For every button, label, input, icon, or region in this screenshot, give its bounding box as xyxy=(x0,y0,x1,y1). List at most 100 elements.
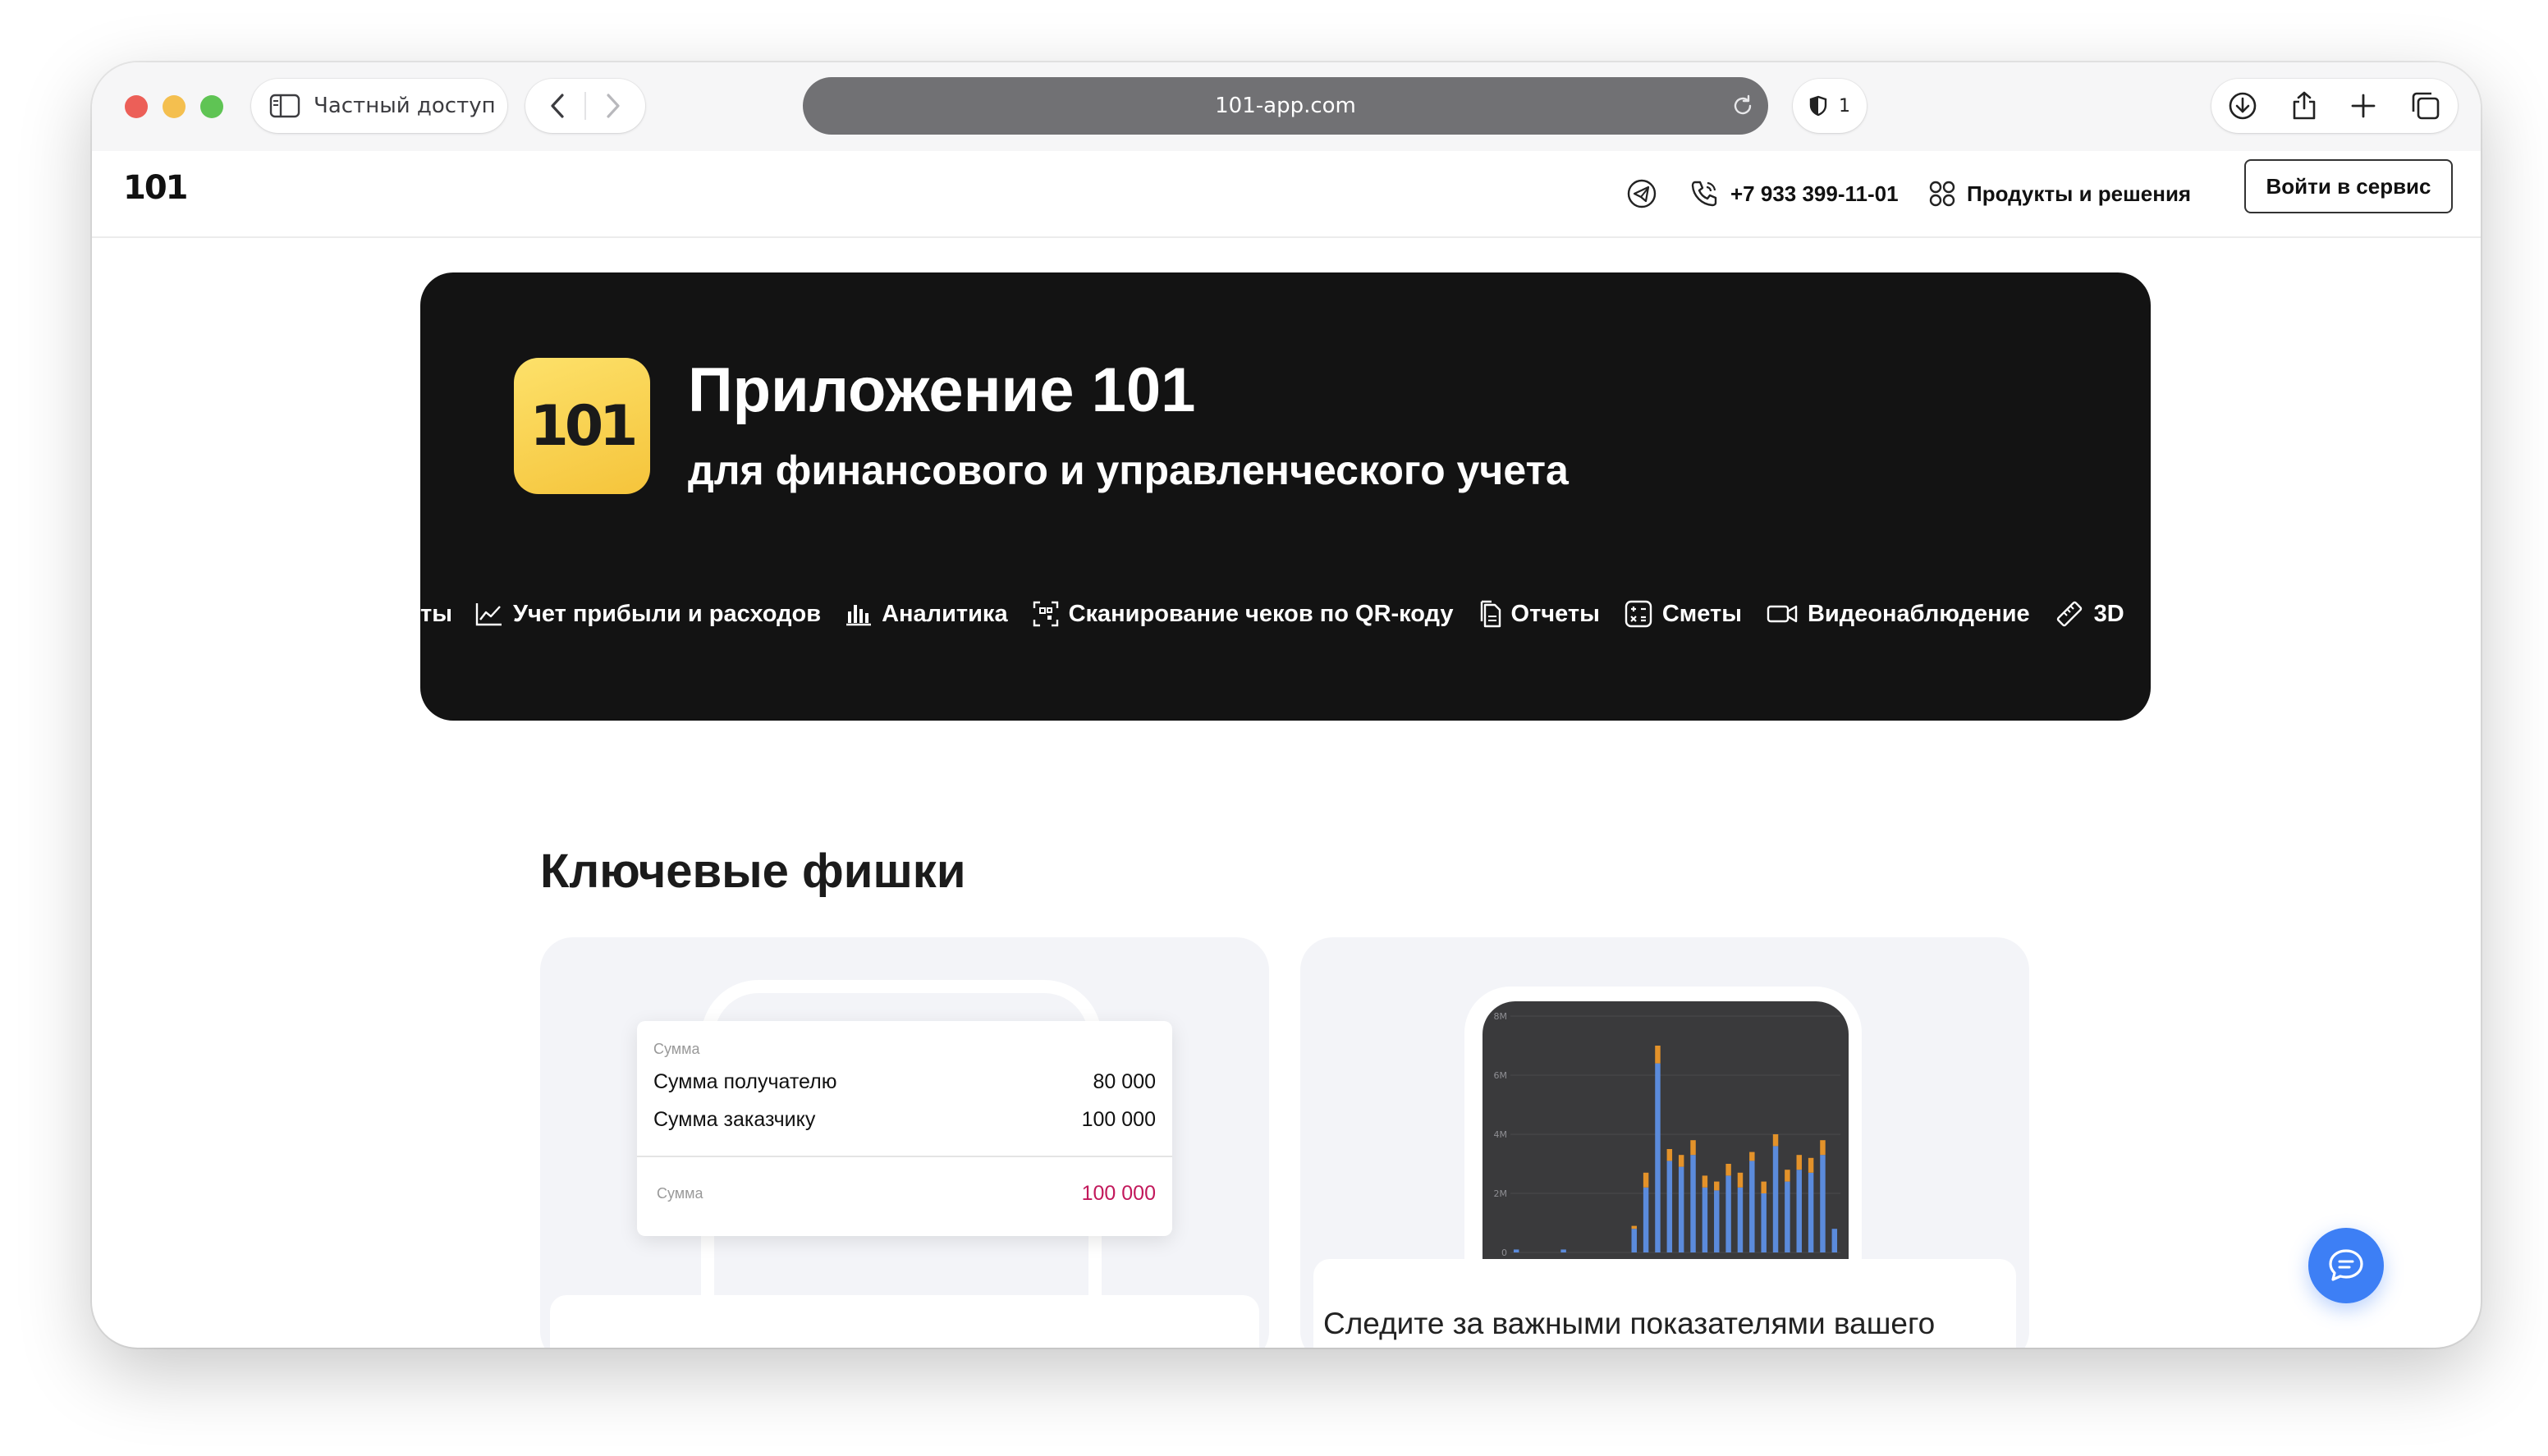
chart-bar xyxy=(1513,1249,1519,1252)
invoice-top-label: Сумма xyxy=(653,1041,700,1057)
phone-icon xyxy=(1691,181,1717,207)
feature-item[interactable]: Отчеты xyxy=(1478,600,1600,628)
chart-bar xyxy=(1737,1172,1744,1188)
line-chart-icon xyxy=(475,603,502,626)
chart-bar xyxy=(1678,1155,1684,1167)
close-window-button[interactable] xyxy=(125,95,148,118)
nav-buttons xyxy=(525,79,645,133)
chart-bar xyxy=(1737,1187,1744,1252)
chart-bar xyxy=(1678,1166,1684,1252)
tabs-overview-icon[interactable] xyxy=(2410,90,2441,121)
chart-bar xyxy=(1808,1172,1814,1252)
private-label: Частный доступ xyxy=(314,94,496,118)
feature-item[interactable]: Сканирование чеков по QR-коду xyxy=(1033,601,1454,628)
chart-bar xyxy=(1666,1149,1673,1161)
document-icon xyxy=(1480,600,1501,628)
chart-bar xyxy=(1655,1063,1661,1252)
section-title: Ключевые фишки xyxy=(540,845,966,898)
chart-bar xyxy=(1725,1175,1731,1252)
chart-bar xyxy=(1631,1229,1637,1252)
browser-toolbar: Частный доступ 101-app.com 1 xyxy=(92,62,2481,151)
chart-bar xyxy=(1631,1225,1637,1229)
hero-title: Приложение 101 xyxy=(688,355,1196,425)
app-icon: 101 xyxy=(514,358,650,494)
chart-bar xyxy=(1820,1140,1826,1156)
chart-bar xyxy=(1772,1134,1779,1147)
phone-link[interactable]: +7 933 399-11-01 xyxy=(1688,174,1899,213)
feature-item[interactable]: ты xyxy=(420,601,452,628)
feature-card-analytics[interactable]: 8M 6M 4M 2M 0 Следите за важными показателям… xyxy=(1300,937,2029,1348)
login-button[interactable]: Войти в сервис xyxy=(2244,159,2453,213)
feature-item[interactable]: 3D xyxy=(2055,599,2124,629)
invoice-total-row: Сумма 100 000 xyxy=(653,1182,1156,1206)
forward-icon[interactable] xyxy=(603,92,624,120)
site-logo[interactable]: 101 xyxy=(123,169,188,207)
feature-label: Отчеты xyxy=(1510,600,1600,627)
invoice-total-value: 100 000 xyxy=(1081,1182,1156,1205)
sidebar-icon xyxy=(269,94,300,118)
app-icon-text: 101 xyxy=(529,393,639,459)
chart-tick-label: 4M xyxy=(1494,1129,1508,1140)
shield-icon xyxy=(1809,95,1827,117)
chart-bar xyxy=(1666,1161,1673,1252)
feature-label: ты xyxy=(420,600,452,627)
chart-bar xyxy=(1690,1140,1696,1156)
back-icon[interactable] xyxy=(547,92,568,120)
toolbar-actions xyxy=(2211,79,2458,133)
feature-label: Сметы xyxy=(1661,600,1742,627)
download-icon[interactable] xyxy=(2228,91,2257,121)
feature-label: Видеонаблюдение xyxy=(1807,600,2030,627)
feature-label: Учет прибыли и расходов xyxy=(512,600,822,627)
grid-icon xyxy=(1929,181,1955,207)
invoice-divider xyxy=(637,1156,1172,1157)
chart-bar xyxy=(1772,1146,1779,1252)
address-bar[interactable]: 101-app.com xyxy=(803,77,1768,135)
telegram-link[interactable] xyxy=(1625,174,1658,213)
invoice-row-value: 80 000 xyxy=(1093,1070,1156,1093)
chart-bar xyxy=(1796,1170,1802,1252)
chart-bar xyxy=(1725,1164,1731,1176)
invoice-row: Сумма получателю 80 000 xyxy=(653,1070,1156,1094)
chart-bar xyxy=(1785,1170,1790,1182)
products-menu[interactable]: Продукты и решения xyxy=(1927,174,2191,213)
feature-item[interactable]: Учет прибыли и расходов xyxy=(475,601,821,628)
card-caption: Следите за важными показателями вашего xyxy=(1323,1307,1936,1340)
products-label: Продукты и решения xyxy=(1967,181,2192,206)
minimize-window-button[interactable] xyxy=(163,95,186,118)
chart-bar xyxy=(1785,1181,1790,1252)
maximize-window-button[interactable] xyxy=(200,95,223,118)
chart-bar xyxy=(1690,1155,1696,1252)
feature-item[interactable]: Сметы xyxy=(1625,600,1742,628)
invoice-card: Сумма Сумма получателю 80 000 Сумма зака… xyxy=(637,1021,1172,1236)
hero-subtitle: для финансового и управленческого учета xyxy=(688,447,1569,493)
url-text: 101-app.com xyxy=(1215,94,1356,118)
chart-bar xyxy=(1749,1161,1755,1252)
telegram-icon xyxy=(1627,179,1657,208)
feature-card-finance[interactable]: Сумма Сумма получателю 80 000 Сумма зака… xyxy=(540,937,1269,1348)
privacy-report-button[interactable]: 1 xyxy=(1793,79,1867,133)
chart-bar xyxy=(1714,1181,1720,1191)
chart-bar xyxy=(1702,1187,1708,1252)
feature-label: 3D xyxy=(2093,600,2124,627)
chart-bar xyxy=(1761,1181,1767,1193)
privacy-count: 1 xyxy=(1839,95,1850,117)
feature-item[interactable]: Видеонаблюдение xyxy=(1767,601,2030,628)
chart-bar xyxy=(1749,1152,1755,1161)
chart-bar xyxy=(1761,1193,1767,1252)
video-camera-icon xyxy=(1767,605,1798,623)
bar-chart-icon xyxy=(846,605,872,626)
private-tab-button[interactable]: Частный доступ xyxy=(251,79,507,133)
chat-button[interactable] xyxy=(2308,1228,2384,1303)
share-icon[interactable] xyxy=(2291,90,2317,121)
reload-icon[interactable] xyxy=(1730,94,1755,118)
chart-bar xyxy=(1702,1175,1708,1188)
feature-marquee: ты Учет прибыли и расходов Аналитика Ска… xyxy=(420,598,2149,630)
site-header: 101 +7 933 399-11-01 Продукты и решения xyxy=(92,151,2481,238)
feature-item[interactable]: Аналитика xyxy=(846,601,1008,628)
chart-tick-label: 8M xyxy=(1494,1011,1508,1022)
new-tab-icon[interactable] xyxy=(2350,93,2376,119)
chart-tick-label: 6M xyxy=(1494,1070,1508,1081)
chart-bar xyxy=(1808,1157,1814,1173)
invoice-row: Сумма заказчику 100 000 xyxy=(653,1108,1156,1132)
chart-bar xyxy=(1643,1187,1649,1252)
